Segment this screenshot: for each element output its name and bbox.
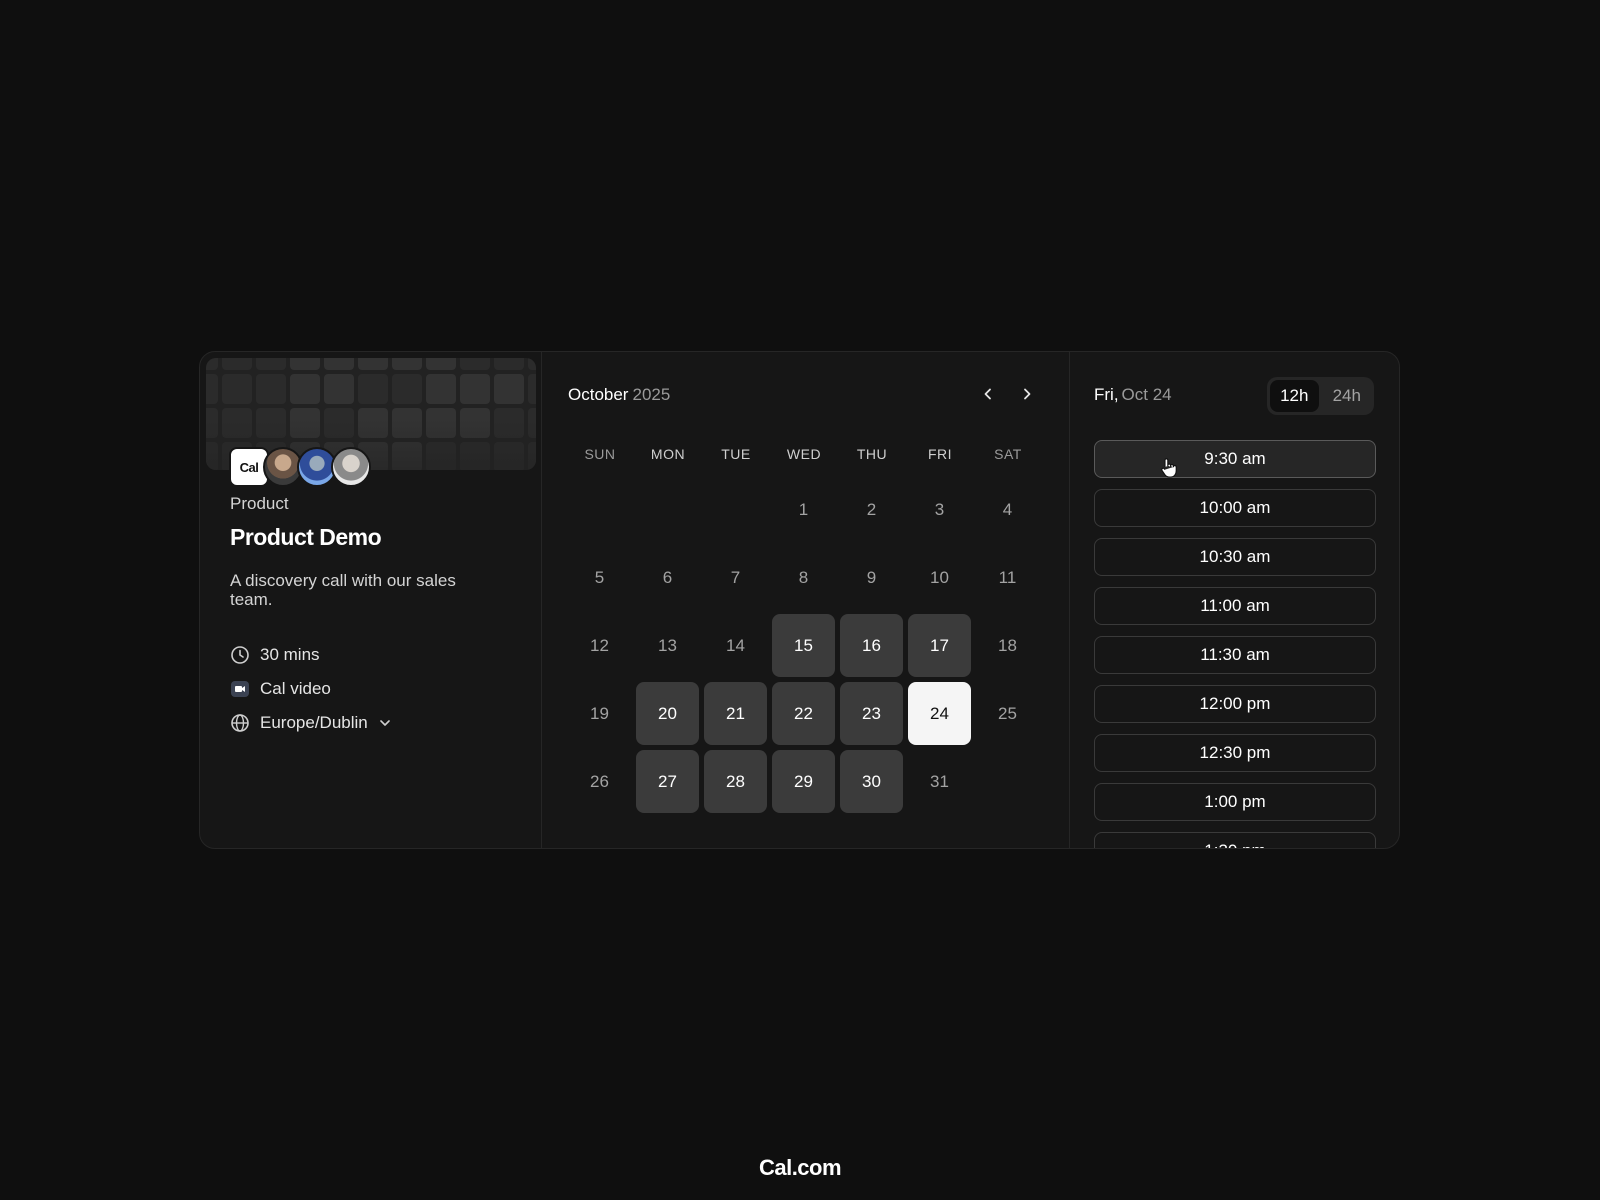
time-slot-button[interactable]: 9:30 am (1094, 440, 1376, 478)
calendar-day: 5 (594, 567, 605, 587)
calendar-day-available[interactable]: 22 (772, 682, 835, 745)
location-row: Cal video (230, 679, 331, 699)
calendar-panel: October 2025 SUN MON TUE WED THU FRI SAT 123456… (542, 352, 1070, 848)
hand-pointer-icon (1161, 458, 1177, 478)
time-slot-list[interactable]: 9:30 am 10:00 am 10:30 am 11:00 am 11:30 am 1… (1094, 440, 1376, 848)
weekday-header: TUE (721, 446, 751, 462)
month-name: October (568, 385, 629, 404)
timezone-select[interactable]: Europe/Dublin (230, 713, 392, 733)
booking-card: Cal Product Product Demo A discovery cal… (199, 351, 1400, 849)
brand-logo: Cal.com (758, 1155, 842, 1180)
time-slot-button[interactable]: 11:00 am (1094, 587, 1376, 625)
calendar-day: 3 (934, 499, 945, 519)
time-slot-button[interactable]: 10:30 am (1094, 538, 1376, 576)
calendar-day: 19 (590, 703, 609, 723)
calendar-day-available[interactable]: 15 (772, 614, 835, 677)
event-info-panel: Cal Product Product Demo A discovery cal… (200, 352, 542, 848)
calendar-day-available[interactable]: 16 (840, 614, 903, 677)
calendar-day: 25 (998, 703, 1017, 723)
event-title: Product Demo (230, 524, 382, 550)
calendar-day: 11 (998, 567, 1017, 587)
prev-month-button[interactable] (973, 379, 1003, 409)
calendar-day: 6 (662, 567, 673, 587)
clock-icon (231, 646, 249, 664)
time-slot-button[interactable]: 12:30 pm (1094, 734, 1376, 772)
calendar-day: 18 (998, 635, 1017, 655)
calendar-day-available[interactable]: 27 (636, 750, 699, 813)
timezone-label: Europe/Dublin (260, 713, 368, 732)
calendar-day: 4 (1002, 499, 1013, 519)
calendar-day: 10 (930, 567, 949, 587)
calendar-day: 2 (866, 499, 877, 519)
calendar-day-available[interactable]: 20 (636, 682, 699, 745)
duration-label: 30 mins (260, 645, 320, 664)
calendar-day: 9 (866, 567, 877, 587)
calendar-day-available[interactable]: 30 (840, 750, 903, 813)
calendar-day-available[interactable]: 17 (908, 614, 971, 677)
time-slot-button[interactable]: 12:00 pm (1094, 685, 1376, 723)
calendar-day: 7 (730, 567, 741, 587)
calendar-day-selected[interactable]: 24 (908, 682, 971, 745)
calendar-day: 26 (590, 771, 609, 791)
next-month-button[interactable] (1012, 379, 1042, 409)
selected-date-label: Fri, Oct 24 (1094, 385, 1172, 405)
weekday-header: THU (856, 446, 888, 462)
format-12h-button[interactable]: 12h (1270, 380, 1319, 412)
duration-row: 30 mins (230, 645, 320, 665)
time-slot-panel: Fri, Oct 24 12h 24h 9:30 am 10:00 am 10:30 … (1070, 352, 1399, 848)
chevron-down-icon (379, 720, 390, 726)
calendar-day: 13 (658, 635, 677, 655)
time-slot-button[interactable]: 1:30 pm (1094, 832, 1376, 848)
host-avatars: Cal (229, 447, 371, 487)
chevron-left-icon (984, 388, 991, 400)
calendar-day-available[interactable]: 29 (772, 750, 835, 813)
location-label: Cal video (260, 679, 331, 698)
avatar (331, 447, 371, 487)
weekday-header: WED (786, 446, 822, 462)
selected-weekday: Fri, (1094, 385, 1119, 404)
time-format-toggle: 12h 24h (1267, 377, 1374, 415)
month-year: 2025 (632, 385, 671, 404)
format-24h-button[interactable]: 24h (1323, 380, 1372, 412)
event-description: A discovery call with our sales team. (230, 571, 456, 609)
weekday-header: SUN (584, 446, 616, 462)
calendar-day-available[interactable]: 21 (704, 682, 767, 745)
calendar-day: 12 (590, 635, 609, 655)
selected-month-day: Oct 24 (1121, 385, 1172, 404)
globe-icon (231, 714, 249, 732)
month-title: October 2025 (568, 385, 670, 405)
weekday-header: MON (650, 446, 686, 462)
weekday-header: SAT (994, 446, 1022, 462)
calendar-day: 14 (726, 635, 745, 655)
weekday-header: FRI (927, 446, 953, 462)
calendar-day: 31 (930, 771, 949, 791)
time-slot-button[interactable]: 11:30 am (1094, 636, 1376, 674)
time-slot-button[interactable]: 10:00 am (1094, 489, 1376, 527)
calendar-day-available[interactable]: 28 (704, 750, 767, 813)
calendar-day-available[interactable]: 23 (840, 682, 903, 745)
calendar-day: 1 (798, 499, 809, 519)
time-slot-button[interactable]: 1:00 pm (1094, 783, 1376, 821)
organization-name: Product (230, 494, 289, 513)
video-icon (231, 681, 249, 697)
calendar-day: 8 (798, 567, 809, 587)
chevron-right-icon (1024, 388, 1031, 400)
